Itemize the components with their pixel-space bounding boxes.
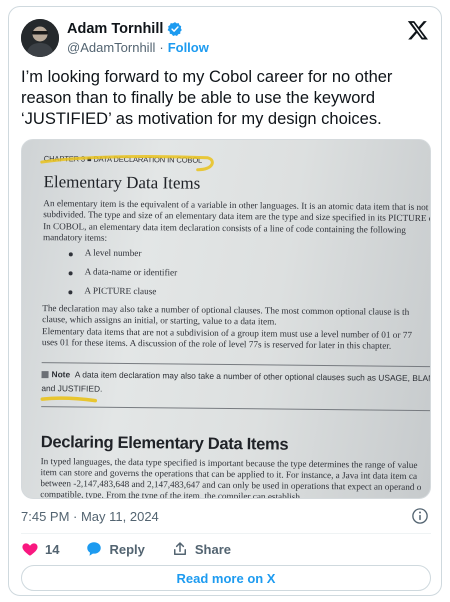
bullet-item: A PICTURE clause	[84, 285, 157, 297]
page-line: compatible, type. From the type of the i…	[40, 489, 301, 499]
share-label: Share	[194, 541, 232, 557]
page-heading: Elementary Data Items	[43, 172, 201, 193]
avatar-image	[21, 19, 59, 57]
follow-button[interactable]: Follow	[168, 40, 209, 55]
read-more-button[interactable]: Read more on X	[21, 565, 431, 591]
like-button[interactable]: 14	[21, 540, 59, 558]
reply-icon	[87, 542, 102, 556]
note-square-icon	[41, 371, 49, 379]
reply-label: Reply	[109, 541, 145, 557]
book-page: CHAPTER 3 ■ DATA DECLARATION IN COBOL El…	[32, 140, 431, 499]
x-logo-icon[interactable]	[407, 19, 429, 41]
bullet-item: A data-name or identifier	[84, 266, 178, 278]
note-text: A data item declaration may also take a …	[74, 369, 431, 384]
page-line: mandatory items:	[42, 232, 108, 243]
bullet-dot	[68, 271, 73, 276]
tweet-text: I’m looking forward to my Cobol career f…	[21, 68, 393, 128]
divider	[21, 533, 431, 534]
highlighter-underline	[40, 396, 98, 403]
avatar[interactable]	[21, 19, 59, 57]
note-rule-bottom	[41, 406, 430, 412]
like-count: 14	[45, 541, 60, 557]
tweet-photo[interactable]: CHAPTER 3 ■ DATA DECLARATION IN COBOL El…	[21, 139, 431, 499]
page-subheading: Declaring Elementary Data Items	[40, 433, 289, 454]
share-icon	[173, 542, 186, 555]
author-name[interactable]: Adam Tornhill	[67, 21, 163, 37]
tweet-card: Adam Tornhill @AdamTornhill · Follow I’m…	[8, 6, 442, 596]
separator-dot: ·	[159, 40, 164, 55]
page-line: uses 01 for these items. A discussion of…	[41, 337, 392, 351]
share-button[interactable]: Share	[171, 540, 231, 558]
bullet-dot	[68, 252, 73, 257]
action-bar: 14 Reply Share	[21, 540, 257, 558]
note-rule-top	[41, 362, 430, 368]
note-line-2: and JUSTIFIED.	[41, 383, 103, 394]
info-icon[interactable]	[411, 507, 429, 525]
reply-button[interactable]: Reply	[85, 540, 145, 558]
author-handle[interactable]: @AdamTornhill	[67, 40, 155, 55]
bullet-dot	[68, 290, 73, 295]
timestamp[interactable]: 7:45 PM · May 11, 2024	[21, 509, 159, 524]
note-label: Note	[51, 369, 71, 380]
bullet-item: A level number	[84, 247, 142, 259]
verified-badge-icon	[168, 22, 183, 36]
heart-icon	[22, 543, 38, 556]
chapter-header: CHAPTER 3 ■ DATA DECLARATION IN COBOL	[43, 154, 203, 165]
